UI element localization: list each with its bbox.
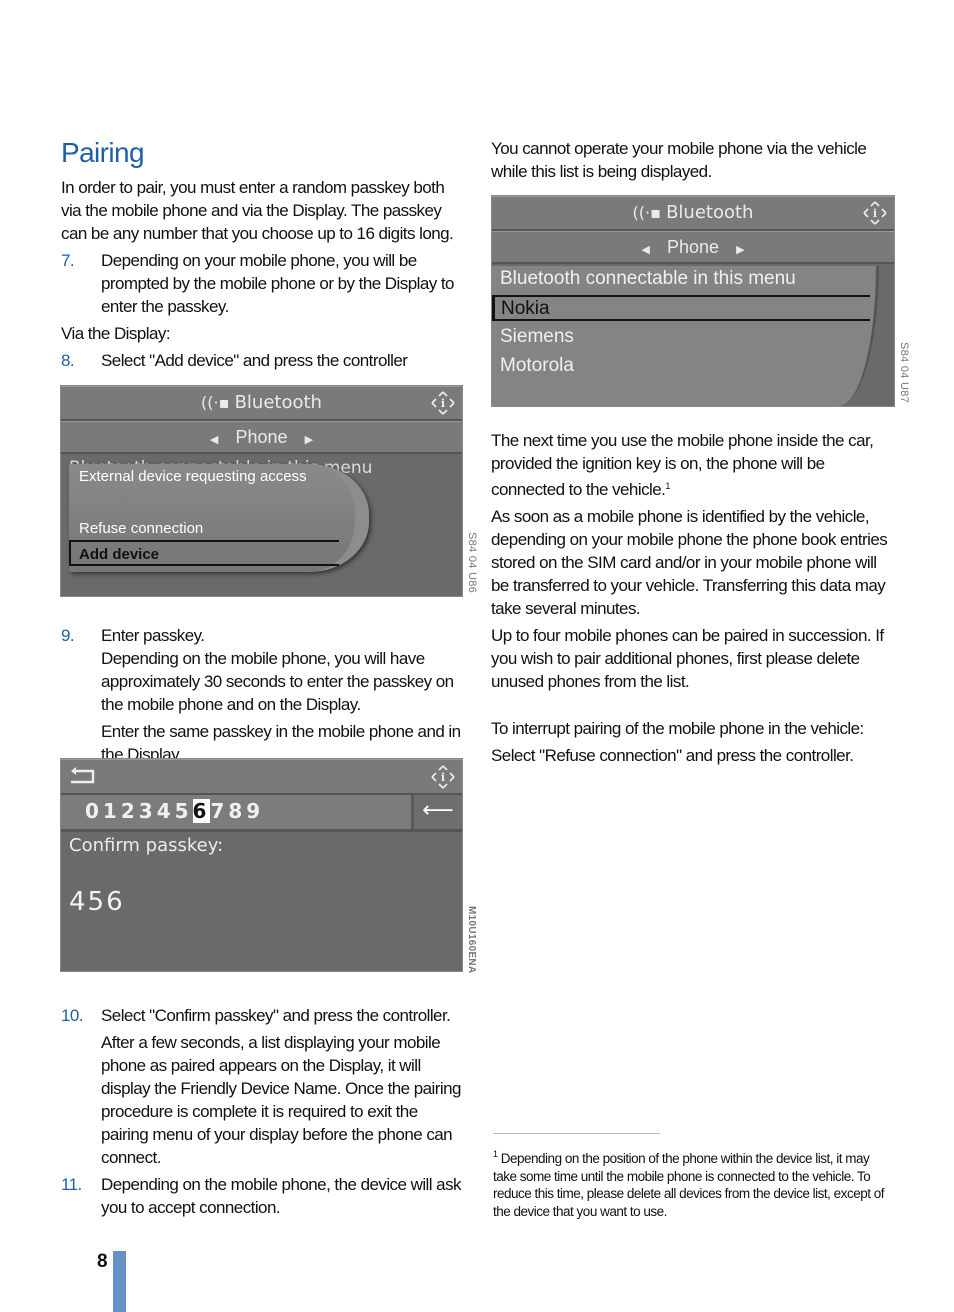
screen-title-bar: i [61,759,462,795]
list-item-selected[interactable]: Nokia [492,295,870,321]
step-11: 11. Depending on the mobile phone, the d… [61,1173,462,1219]
digit-selected[interactable]: 6 [192,799,211,823]
digit[interactable]: 4 [157,799,175,823]
list-item[interactable]: Motorola [500,355,574,377]
intro-paragraph: In order to pair, you must enter a rando… [61,178,454,243]
left-column: Pairing In order to pair, you must enter… [61,136,462,1223]
svg-text:i: i [441,771,445,784]
step-text: Enter passkey. [101,626,205,645]
step-7: 7. Depending on your mobile phone, you w… [61,249,461,318]
back-arrow-icon[interactable] [69,766,97,786]
list-note: You cannot operate your mobile phone via… [491,139,867,181]
step-detail: Depending on the mobile phone, you will … [101,649,454,714]
step-number: 8. [61,351,75,370]
phone-list: Bluetooth connectable in this menu Nokia… [492,266,879,406]
page-number: 8 [97,1251,108,1272]
step-text: Depending on the mobile phone, the devic… [101,1175,462,1217]
info-icon[interactable]: i [430,390,456,416]
confirm-passkey-label[interactable]: Confirm passkey: [69,835,223,856]
page-accent-bar [113,1251,126,1312]
idrive-screen-passkey: i 0123456789 ⟵ Confirm passkey: 456 [60,758,463,972]
digit-list[interactable]: 0123456789 [85,799,264,823]
phonebook-paragraph: As soon as a mobile phone is identified … [491,507,888,618]
step-detail: After a few seconds, a list displaying y… [101,1033,461,1167]
idrive-screen-phone-list: ((·▪ Bluetooth i ◀ Phone ▶ Bluetooth con… [491,195,895,407]
screen-subtitle: Phone [235,427,288,447]
access-request-popup: External device requesting access Refuse… [69,464,369,572]
svg-text:i: i [441,397,445,410]
list-item[interactable]: Siemens [500,326,574,348]
footnote: 1 Depending on the position of the phone… [493,1146,893,1220]
svg-text:i: i [873,207,877,220]
step-10: 10. Select "Confirm passkey" and press t… [61,1004,461,1169]
step-8: 8. Select "Add device" and press the con… [61,349,461,372]
step-number: 10. [61,1006,84,1025]
auto-connect-text: The next time you use the mobile phone i… [491,431,874,499]
via-display-label: Via the Display: [61,324,171,343]
figure-caption: S84 04 U87 [898,342,910,404]
info-icon[interactable]: i [862,200,888,226]
digit-speller[interactable]: 0123456789 ⟵ [61,795,462,832]
step-number: 9. [61,626,75,645]
backspace-icon[interactable]: ⟵ [411,795,462,829]
step-text: Select "Confirm passkey" and press the c… [101,1006,451,1025]
screen-subtitle-bar: ◀ Phone ▶ [61,421,462,454]
list-header: Bluetooth connectable in this menu [500,268,796,289]
digit[interactable]: 9 [246,799,264,823]
screen-title-bar: ((·▪ Bluetooth i [492,196,894,231]
digit[interactable]: 0 [85,799,103,823]
page-title: Pairing [61,137,145,168]
chevron-right-icon[interactable]: ▶ [305,433,313,446]
step-text: Depending on your mobile phone, you will… [101,251,454,316]
bluetooth-signal-icon: ((·▪ [632,203,661,222]
footnote-text: Depending on the position of the phone w… [493,1151,884,1219]
digit[interactable]: 1 [103,799,121,823]
footnote-reference[interactable]: 1 [665,481,670,491]
chevron-left-icon[interactable]: ◀ [210,433,218,446]
digit[interactable]: 3 [139,799,157,823]
footnote-divider [493,1133,660,1134]
step-number: 7. [61,251,75,270]
idrive-screen-add-device: ((·▪ Bluetooth i ◀ Phone ▶ Bluetooth con… [60,385,463,597]
screen-title: Bluetooth [234,392,322,413]
auto-connect-paragraph: The next time you use the mobile phone i… [491,429,896,501]
step-text: Select "Add device" and press the contro… [101,351,408,370]
digit[interactable]: 2 [121,799,139,823]
pairing-limit-paragraph: Up to four mobile phones can be paired i… [491,626,884,691]
step-9: 9. Enter passkey. Depending on the mobil… [61,624,461,766]
add-device-option[interactable]: Add device [69,540,339,566]
digit[interactable]: 7 [210,799,228,823]
interrupt-paragraph: To interrupt pairing of the mobile phone… [491,719,864,738]
screen-subtitle-bar: ◀ Phone ▶ [492,231,894,264]
refuse-instruction: Select "Refuse connection" and press the… [491,746,854,765]
digit[interactable]: 8 [228,799,246,823]
chevron-right-icon[interactable]: ▶ [736,243,744,256]
screen-title: Bluetooth [666,202,754,223]
passkey-value: 456 [69,887,125,917]
figure-caption: S84 04 U86 [466,532,478,594]
popup-title: External device requesting access [79,468,307,485]
chevron-left-icon[interactable]: ◀ [641,243,649,256]
bluetooth-signal-icon: ((·▪ [201,393,230,412]
figure-caption: M10U160ENA [466,906,477,974]
digit[interactable]: 5 [175,799,193,823]
step-number: 11. [61,1175,82,1194]
screen-title-bar: ((·▪ Bluetooth i [61,386,462,421]
refuse-connection-option[interactable]: Refuse connection [79,520,203,537]
info-icon[interactable]: i [430,764,456,790]
screen-subtitle: Phone [666,237,720,257]
